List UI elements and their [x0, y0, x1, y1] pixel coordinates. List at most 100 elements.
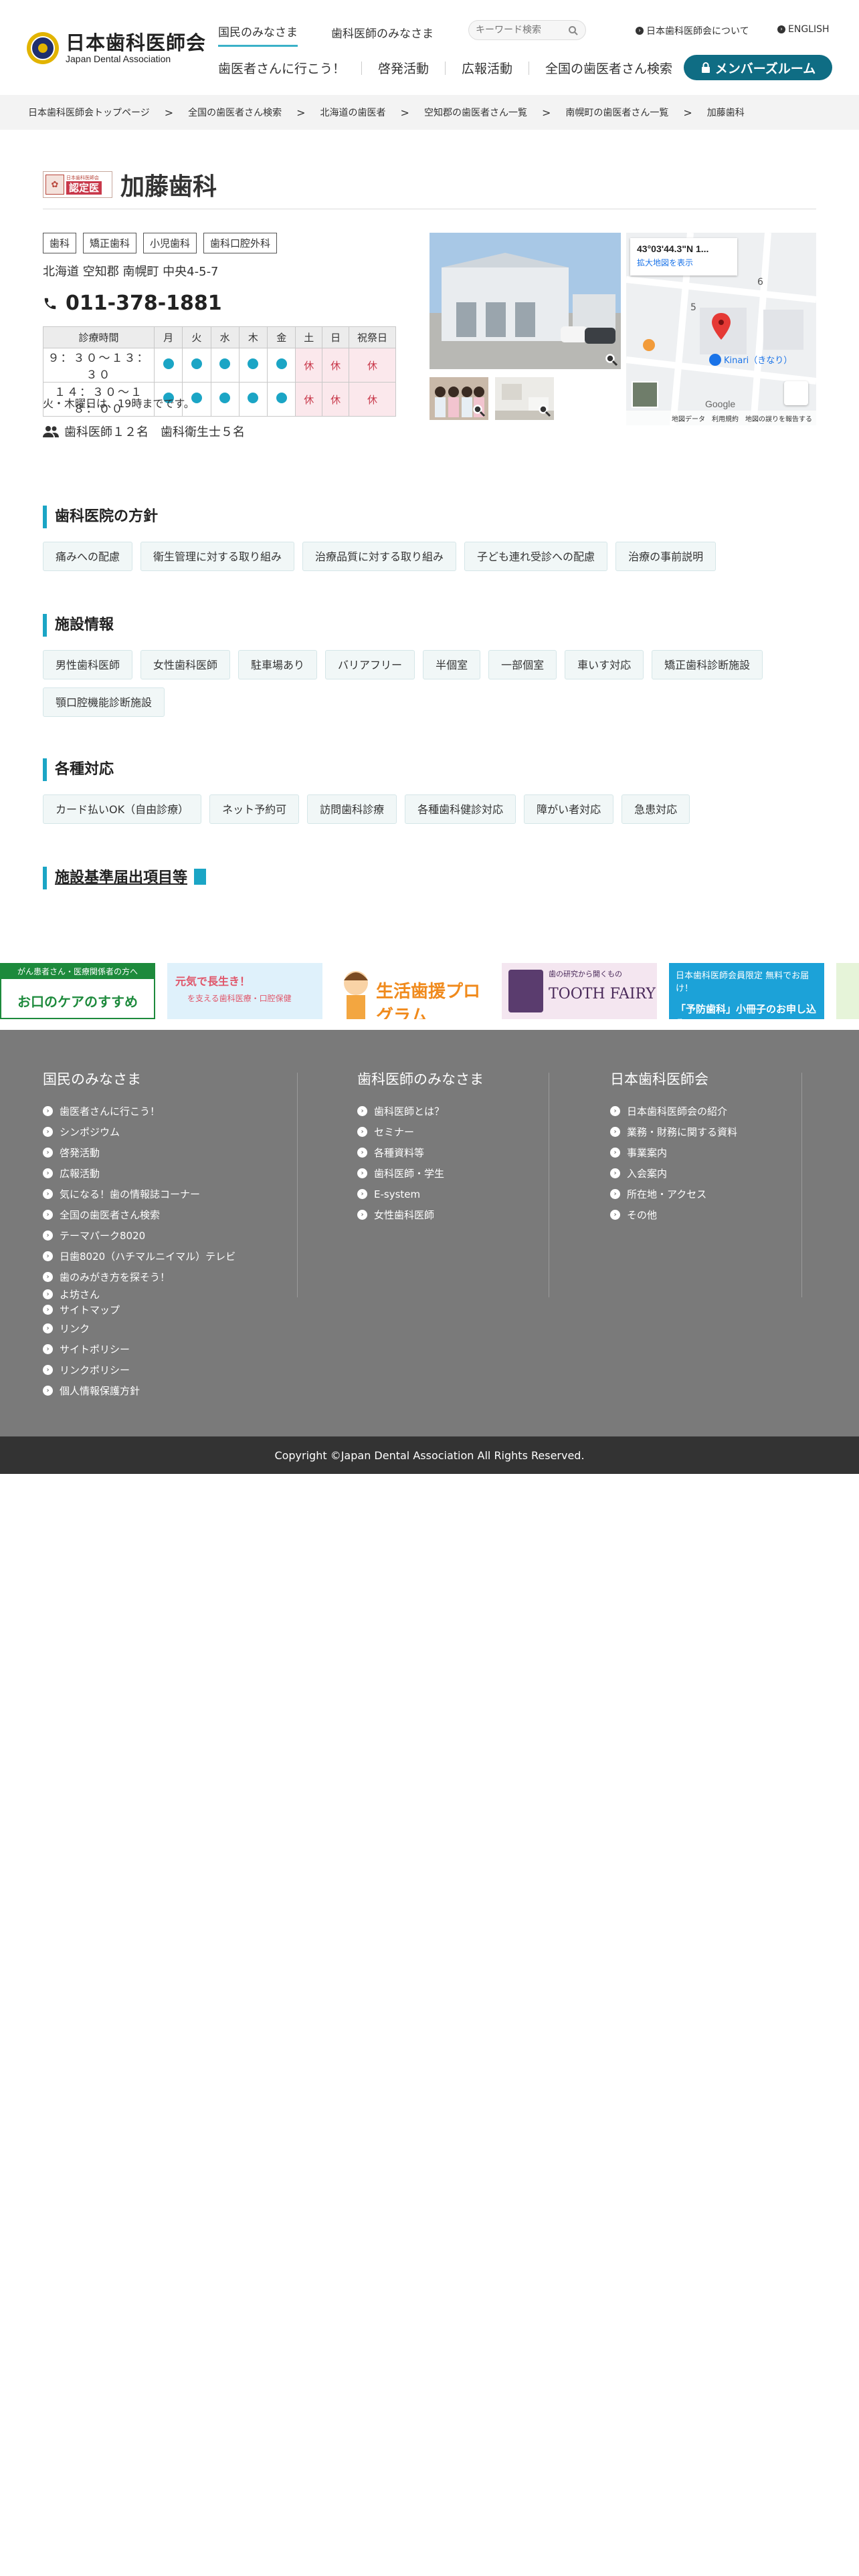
tab-public[interactable]: 国民のみなさま	[218, 23, 298, 47]
section-title-standards[interactable]: 施設基準届出項目等	[43, 867, 207, 889]
footer-link[interactable]: › 歯医者さんに行こう！	[43, 1101, 235, 1121]
chevron-right-icon: ›	[43, 1304, 53, 1315]
breadcrumb-hokkaido[interactable]: 北海道の歯医者	[320, 106, 386, 119]
map-poi[interactable]: Kinari（きなり）	[709, 353, 792, 366]
chevron-right-icon: ›	[610, 1189, 620, 1199]
footer-link[interactable]: › 所在地・アクセス	[610, 1184, 737, 1204]
tab-dentists[interactable]: 歯科医師のみなさま	[331, 24, 434, 46]
footer-link[interactable]: › 業務・財務に関する資料	[610, 1121, 737, 1142]
clinic-photo-main[interactable]	[430, 233, 621, 369]
footer-link[interactable]: › 事業案内	[610, 1142, 737, 1163]
chevron-right-icon: >	[541, 106, 551, 119]
footer-link[interactable]: › 啓発活動	[43, 1142, 235, 1163]
footer-link[interactable]: › サイトマップ	[43, 1301, 235, 1318]
banner-tooth-fairy[interactable]: 歯の研究から開くもの TOOTH FAIRY	[502, 963, 657, 1019]
banner-preventive-booklet[interactable]: 日本歯科医師会員限定 無料でお届け！ 「予防歯科」小冊子のお申し込み	[669, 963, 824, 1019]
footer-link[interactable]: › その他	[610, 1204, 737, 1225]
footer-link[interactable]: › 各種資料等	[357, 1142, 484, 1163]
policy-chips: 痛みへの配慮 衛生管理に対する取り組み 治療品質に対する取り組み 子ども連れ受診…	[43, 542, 819, 579]
banner-healthy-longevity[interactable]: 元気で長生き！ を支える歯科医療・口腔保健	[167, 963, 322, 1019]
footer-link[interactable]: › 気になる！歯の情報誌コーナー	[43, 1184, 235, 1204]
chevron-right-icon: ›	[636, 27, 644, 35]
about-link[interactable]: › 日本歯科医師会について	[636, 24, 749, 37]
clinic-photo-thumb[interactable]	[430, 377, 488, 420]
site-logo[interactable]: 日本歯科医師会 Japan Dental Association	[27, 32, 206, 64]
members-room-button[interactable]: メンバーズルーム	[684, 55, 832, 80]
footer-link[interactable]: › 歯のみがき方を探そう！	[43, 1267, 235, 1287]
banner-partial[interactable]	[836, 963, 859, 1019]
chevron-right-icon: ›	[357, 1168, 367, 1178]
facility-chip: 車いす対応	[565, 650, 644, 679]
open-dot-icon	[248, 393, 259, 403]
breadcrumb-home[interactable]: 日本歯科医師会トップページ	[28, 106, 150, 119]
hours-cell	[238, 382, 268, 417]
footer-link[interactable]: › セミナー	[357, 1121, 484, 1142]
chevron-right-icon: ›	[43, 1210, 53, 1220]
clinic-map[interactable]: 5 6 43°03'44.3"N 1... 拡大地図を表示 Kinari（きなり…	[626, 233, 816, 425]
chevron-right-icon: >	[683, 106, 692, 119]
support-chips: カード払いOK（自由診療） ネット予約可 訪問歯科診療 各種歯科健診対応 障がい…	[43, 794, 819, 832]
map-report-link[interactable]: 地図の誤りを報告する	[745, 413, 812, 423]
nav-go-dentist[interactable]: 歯医者さんに行こう！	[218, 59, 345, 77]
clinic-photo-thumb[interactable]	[495, 377, 554, 420]
map-data-link[interactable]: 地図データ	[672, 413, 705, 423]
nav-dentist-search[interactable]: 全国の歯医者さん検索	[545, 59, 672, 77]
footer-link[interactable]: › 入会案内	[610, 1163, 737, 1184]
zoom-icon[interactable]	[605, 353, 618, 366]
footer-link[interactable]: › 個人情報保護方針	[43, 1380, 235, 1401]
map-satellite-toggle[interactable]	[632, 381, 658, 408]
logo-emblem-icon	[27, 32, 59, 64]
footer-link[interactable]: › 歯科医師・学生	[357, 1163, 484, 1184]
logo-japanese: 日本歯科医師会	[66, 31, 207, 54]
clinic-phone[interactable]: 011-378-1881	[43, 292, 222, 315]
footer-link[interactable]: › リンクポリシー	[43, 1360, 235, 1380]
fullscreen-icon[interactable]	[784, 381, 808, 405]
hours-cell	[182, 348, 211, 383]
search-icon[interactable]	[568, 25, 579, 36]
chevron-right-icon: ›	[43, 1289, 53, 1299]
footer-link[interactable]: › シンポジウム	[43, 1121, 235, 1142]
english-link[interactable]: › ENGLISH	[777, 24, 830, 35]
map-block-number: 5	[690, 302, 696, 313]
hours-header-time: 診療時間	[43, 326, 155, 348]
chevron-right-icon: ›	[357, 1106, 367, 1116]
nav-awareness[interactable]: 啓発活動	[378, 59, 429, 77]
map-terms-link[interactable]: 利用規約	[712, 413, 739, 423]
footer-link[interactable]: › 歯科医師とは？	[357, 1101, 484, 1121]
footer-link[interactable]: › 日歯8020（ハチマルニイマル）テレビ	[43, 1246, 235, 1267]
zoom-icon[interactable]	[472, 404, 486, 417]
site-header: 日本歯科医師会 Japan Dental Association 国民のみなさま…	[0, 0, 859, 94]
search-input[interactable]	[476, 25, 563, 35]
banner-living-support[interactable]: 生活歯援プログラム	[335, 963, 490, 1019]
google-logo: Google	[705, 399, 736, 409]
footer-link[interactable]: › 女性歯科医師	[357, 1204, 484, 1225]
footer-column-title: 歯科医師のみなさま	[357, 1071, 484, 1087]
breadcrumb-nanporo[interactable]: 南幌町の歯医者さん一覧	[565, 106, 668, 119]
hours-cell: 休	[322, 382, 349, 417]
banner-oral-care[interactable]: がん患者さん・医療関係者の方へ お口のケアのすすめ	[0, 963, 155, 1019]
footer-link[interactable]: › 日本歯科医師会の紹介	[610, 1101, 737, 1121]
footer-link[interactable]: › E-system	[357, 1184, 484, 1204]
policy-chip: 治療品質に対する取り組み	[302, 542, 457, 571]
clinic-title: ✿ 日本歯科医師会 認定医 加藤歯科	[43, 167, 217, 202]
clinic-address: 北海道 空知郡 南幌町 中央4-5-7	[43, 265, 219, 279]
standards-link[interactable]: 施設基準届出項目等	[55, 869, 187, 886]
map-enlarge-link[interactable]: 拡大地図を表示	[637, 257, 731, 268]
table-row: ９：３０〜１３：３０ 休 休 休	[43, 348, 396, 383]
chevron-right-icon: ›	[43, 1168, 53, 1178]
specialty-tag: 矯正歯科	[83, 233, 137, 253]
footer-link[interactable]: › 全国の歯医者さん検索	[43, 1204, 235, 1225]
nav-pr[interactable]: 広報活動	[462, 59, 512, 77]
breadcrumb-search[interactable]: 全国の歯医者さん検索	[188, 106, 282, 119]
chevron-right-icon: ›	[610, 1106, 620, 1116]
footer-link[interactable]: › サイトポリシー	[43, 1339, 235, 1360]
footer-link[interactable]: › 広報活動	[43, 1163, 235, 1184]
footer-link[interactable]: › リンク	[43, 1318, 235, 1339]
zoom-icon[interactable]	[538, 404, 551, 417]
shop-pin-icon	[709, 353, 721, 366]
chevron-right-icon: ›	[43, 1365, 53, 1375]
breadcrumb-sorachi[interactable]: 空知郡の歯医者さん一覧	[424, 106, 527, 119]
facility-chip: 顎口腔機能診断施設	[43, 687, 165, 717]
footer-link[interactable]: › テーマパーク8020	[43, 1225, 235, 1246]
footer-link[interactable]: › よ坊さん	[43, 1287, 235, 1301]
